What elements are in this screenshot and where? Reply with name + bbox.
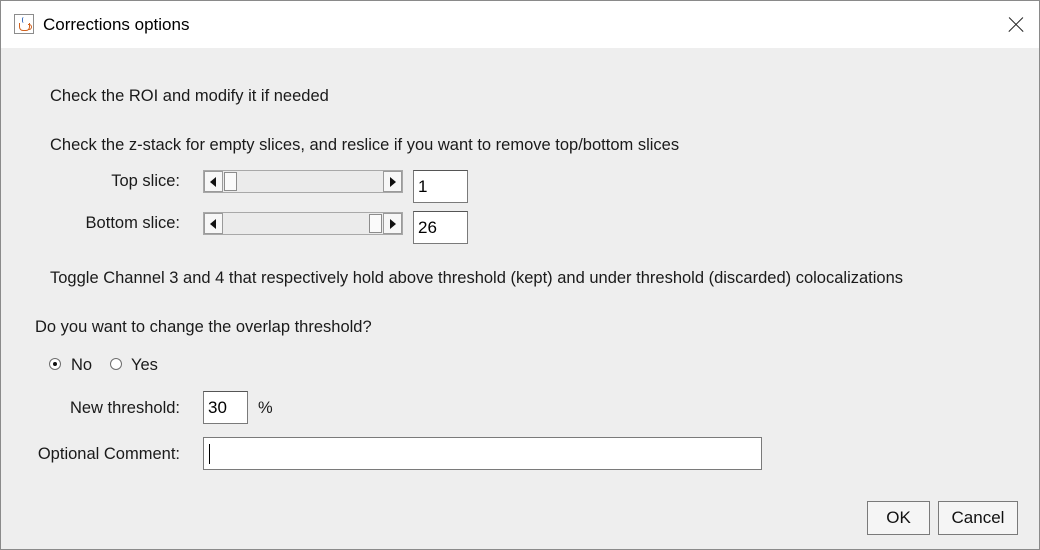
- cancel-button[interactable]: Cancel: [938, 501, 1018, 535]
- radio-yes-label[interactable]: Yes: [131, 356, 158, 375]
- scroll-right-icon[interactable]: [383, 213, 402, 234]
- bottom-slice-label: Bottom slice:: [85, 214, 180, 232]
- bottom-slice-slider[interactable]: [203, 212, 403, 235]
- window-title: Corrections options: [43, 15, 190, 34]
- top-slice-field[interactable]: 1: [413, 170, 468, 203]
- scroll-right-icon[interactable]: [383, 171, 402, 192]
- radio-yes[interactable]: [110, 358, 122, 370]
- radio-no[interactable]: [49, 358, 61, 370]
- channel-toggle-instruction: Toggle Channel 3 and 4 that respectively…: [50, 269, 904, 287]
- ok-button[interactable]: OK: [867, 501, 930, 535]
- scroll-left-icon[interactable]: [204, 171, 223, 192]
- zstack-instruction: Check the z-stack for empty slices, and …: [50, 136, 680, 154]
- top-slice-thumb[interactable]: [224, 172, 237, 191]
- title-bar: Corrections options: [1, 1, 1039, 48]
- optional-comment-label: Optional Comment:: [37, 445, 180, 463]
- bottom-slice-thumb[interactable]: [369, 214, 382, 233]
- text-caret: [209, 444, 210, 464]
- bottom-slice-field[interactable]: 26: [413, 211, 468, 244]
- percent-unit: %: [258, 399, 273, 417]
- radio-no-label[interactable]: No: [71, 356, 92, 375]
- corrections-dialog: Corrections options Check the ROI and mo…: [0, 0, 1040, 550]
- scroll-left-icon[interactable]: [204, 213, 223, 234]
- optional-comment-field[interactable]: [203, 437, 762, 470]
- roi-instruction: Check the ROI and modify it if needed: [50, 87, 329, 105]
- java-cup-icon: [14, 14, 34, 34]
- overlap-question: Do you want to change the overlap thresh…: [35, 318, 372, 336]
- top-slice-label: Top slice:: [111, 172, 180, 190]
- new-threshold-label: New threshold:: [69, 399, 180, 417]
- close-icon[interactable]: [999, 9, 1031, 41]
- top-slice-slider[interactable]: [203, 170, 403, 193]
- threshold-field[interactable]: 30: [203, 391, 248, 424]
